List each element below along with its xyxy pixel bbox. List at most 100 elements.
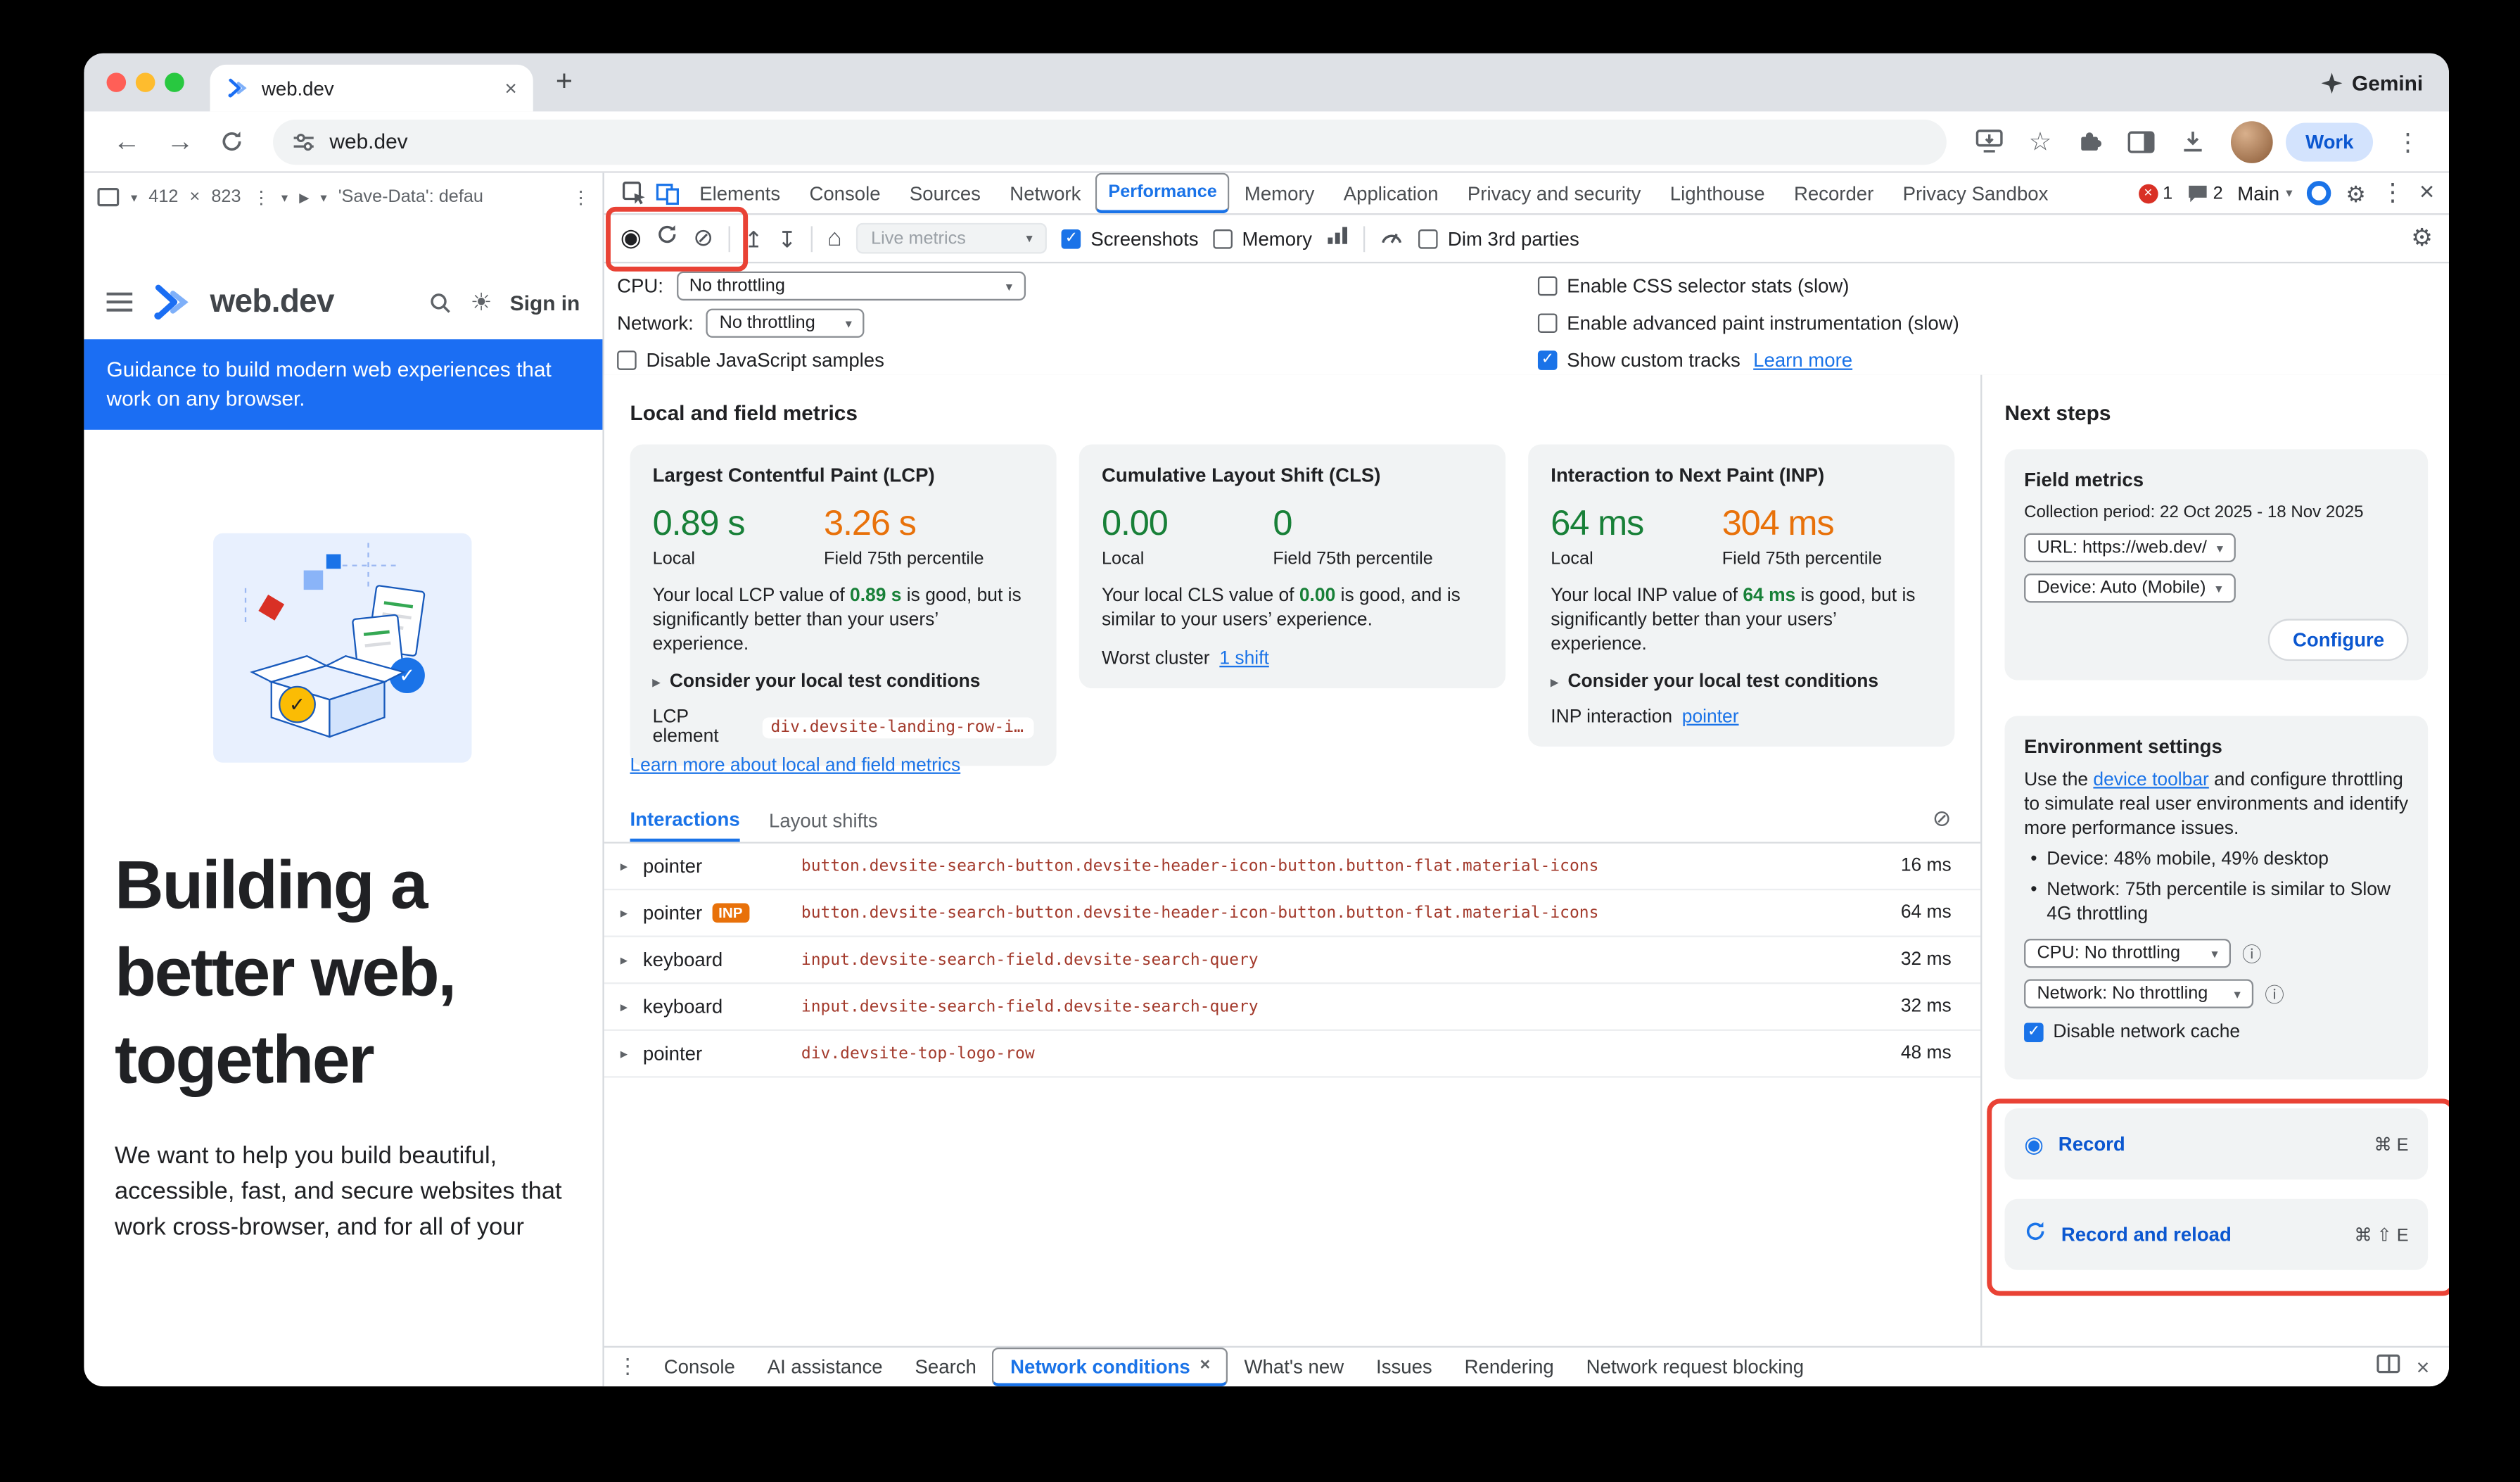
profile-chip[interactable]: Work: [2286, 122, 2374, 160]
dock-side-icon[interactable]: [2376, 1353, 2400, 1381]
custom-tracks-checkbox[interactable]: ✓ Show custom tracks: [1538, 349, 1741, 372]
drawer-tab-rendering[interactable]: Rendering: [1449, 1348, 1570, 1386]
lcp-disclosure[interactable]: ▸Consider your local test conditions: [653, 672, 1034, 692]
devtools-menu-icon[interactable]: ⋮: [2381, 181, 2405, 205]
inspect-icon[interactable]: [622, 181, 646, 205]
zoom-window-button[interactable]: [165, 72, 184, 92]
devtools-tab-elements[interactable]: Elements: [685, 173, 795, 213]
drawer-tab-network-conditions[interactable]: Network conditions ×: [993, 1348, 1228, 1386]
expander-icon[interactable]: ▸: [621, 998, 643, 1015]
install-icon[interactable]: [1975, 129, 2003, 153]
tab-close-icon[interactable]: ×: [504, 77, 516, 99]
drawer-close-icon[interactable]: ×: [2417, 1355, 2430, 1378]
disable-network-cache-checkbox[interactable]: ✓ Disable network cache: [2024, 1022, 2240, 1042]
chevron-down-icon[interactable]: ▾: [131, 190, 137, 205]
gemini-button[interactable]: Gemini: [2321, 53, 2423, 112]
cls-cluster-link[interactable]: 1 shift: [1219, 650, 1268, 669]
css-selector-stats-checkbox[interactable]: Enable CSS selector stats (slow): [1538, 274, 1850, 297]
interaction-row[interactable]: ▸ pointer div.devsite-top-logo-row 48 ms: [604, 1031, 1980, 1078]
downloads-icon[interactable]: [2181, 129, 2205, 153]
learn-more-link[interactable]: Learn more: [1753, 349, 1852, 372]
expander-icon[interactable]: ▸: [621, 904, 643, 922]
record-and-reload-button[interactable]: [656, 223, 678, 254]
drawer-tab-whats-new[interactable]: What's new: [1228, 1348, 1360, 1386]
save-profile-button[interactable]: ↧: [777, 227, 796, 250]
interactions-tab[interactable]: Interactions: [630, 800, 739, 842]
webdev-logo[interactable]: [151, 283, 193, 322]
main-context-select[interactable]: Main ▾: [2237, 182, 2292, 204]
event-selector[interactable]: button.devsite-search-button.devsite-hea…: [801, 857, 1599, 875]
drawer-tab-search[interactable]: Search: [899, 1348, 993, 1386]
lcp-element-chip[interactable]: div.devsite-landing-row-ite…: [763, 716, 1034, 737]
record-shortcut-card[interactable]: ◉ Record ⌘ E: [2005, 1108, 2429, 1179]
omnibox[interactable]: web.dev: [273, 119, 1946, 164]
devtools-settings-icon[interactable]: ⚙: [2346, 182, 2366, 204]
network-info-icon[interactable]: ⓘ: [2265, 980, 2284, 1008]
devtools-tab-network[interactable]: Network: [995, 173, 1095, 213]
zoom-kebab-icon[interactable]: ⋮: [253, 186, 270, 208]
chevron-down-icon[interactable]: ▾: [320, 190, 326, 205]
expander-icon[interactable]: ▸: [621, 1044, 643, 1062]
clear-interactions-icon[interactable]: ⊘: [1933, 804, 1952, 832]
devtools-tab-privacy-sandbox[interactable]: Privacy Sandbox: [1888, 173, 2063, 213]
record-reload-card[interactable]: Record and reload ⌘ ⇧ E: [2005, 1199, 2429, 1270]
chevron-down-icon[interactable]: ▾: [281, 190, 288, 205]
drawer-menu-icon[interactable]: ⋮: [617, 1354, 638, 1380]
event-selector[interactable]: input.devsite-search-field.devsite-searc…: [801, 998, 1259, 1015]
devtools-close-icon[interactable]: ×: [2419, 180, 2434, 206]
message-badge[interactable]: 2: [2187, 184, 2223, 203]
devtools-tab-lighthouse[interactable]: Lighthouse: [1655, 173, 1779, 213]
event-selector[interactable]: button.devsite-search-button.devsite-hea…: [801, 904, 1599, 922]
devtools-tab-application[interactable]: Application: [1329, 173, 1453, 213]
devtools-tab-performance[interactable]: Performance: [1095, 173, 1230, 213]
avatar[interactable]: [2231, 120, 2273, 163]
devtools-tab-recorder[interactable]: Recorder: [1779, 173, 1888, 213]
memory-checkbox[interactable]: Memory: [1213, 227, 1312, 250]
browser-tab[interactable]: web.dev ×: [210, 65, 533, 112]
reload-button[interactable]: [219, 129, 243, 153]
theme-toggle-icon[interactable]: ☀: [471, 288, 492, 317]
dimensions-icon[interactable]: [97, 187, 120, 207]
throttle-play-icon[interactable]: ▶: [299, 190, 309, 205]
drawer-tab-close-icon[interactable]: ×: [1200, 1357, 1211, 1375]
bookmark-star-icon[interactable]: ☆: [2029, 125, 2052, 158]
search-icon[interactable]: [428, 290, 452, 314]
viewport-width-value[interactable]: 412: [148, 187, 178, 207]
env-network-select[interactable]: Network: No throttling▾: [2024, 979, 2253, 1008]
screenshots-checkbox[interactable]: ✓ Screenshots: [1062, 227, 1198, 250]
event-selector[interactable]: input.devsite-search-field.devsite-searc…: [801, 951, 1259, 968]
inp-interaction-link[interactable]: pointer: [1682, 708, 1739, 728]
cpu-gauge-icon[interactable]: [1380, 224, 1404, 253]
network-throttle-icon[interactable]: [1327, 224, 1349, 253]
interaction-row[interactable]: ▸ keyboard input.devsite-search-field.de…: [604, 937, 1980, 984]
site-brand[interactable]: web.dev: [210, 284, 333, 321]
interaction-row[interactable]: ▸ keyboard input.devsite-search-field.de…: [604, 984, 1980, 1031]
side-panel-icon[interactable]: [2127, 130, 2155, 153]
record-button[interactable]: ◉: [621, 226, 642, 250]
cpu-info-icon[interactable]: ⓘ: [2242, 939, 2262, 967]
capture-settings-gear-icon[interactable]: ⚙: [2411, 226, 2433, 250]
interaction-row[interactable]: ▸ pointer button.devsite-search-button.d…: [604, 844, 1980, 891]
back-button[interactable]: ←: [103, 125, 151, 158]
cpu-throttling-select[interactable]: No throttling ▾: [676, 272, 1025, 300]
minimize-window-button[interactable]: [136, 72, 155, 92]
expander-icon[interactable]: ▸: [621, 857, 643, 875]
device-select[interactable]: Device: Auto (Mobile)▾: [2024, 574, 2235, 602]
inp-disclosure[interactable]: ▸Consider your local test conditions: [1551, 672, 1932, 692]
emulation-menu-icon[interactable]: ⋮: [572, 186, 590, 208]
viewport-height-value[interactable]: 823: [211, 187, 241, 207]
drawer-tab-network-request-blocking[interactable]: Network request blocking: [1570, 1348, 1820, 1386]
hamburger-menu-icon[interactable]: [107, 293, 133, 312]
device-toolbar-link[interactable]: device toolbar: [2093, 771, 2208, 790]
close-window-button[interactable]: [107, 72, 127, 92]
devtools-tab-memory[interactable]: Memory: [1230, 173, 1329, 213]
metrics-learn-more-link[interactable]: Learn more about local and field metrics: [630, 756, 960, 776]
clear-button[interactable]: ⊘: [693, 226, 713, 250]
devtools-tab-sources[interactable]: Sources: [895, 173, 995, 213]
forward-button[interactable]: →: [157, 125, 204, 158]
new-tab-button[interactable]: +: [556, 65, 573, 99]
event-selector[interactable]: div.devsite-top-logo-row: [801, 1044, 1035, 1062]
live-metrics-home-button[interactable]: ⌂: [827, 226, 842, 250]
browser-menu-icon[interactable]: ⋮: [2386, 127, 2429, 156]
site-settings-icon[interactable]: [293, 130, 315, 153]
